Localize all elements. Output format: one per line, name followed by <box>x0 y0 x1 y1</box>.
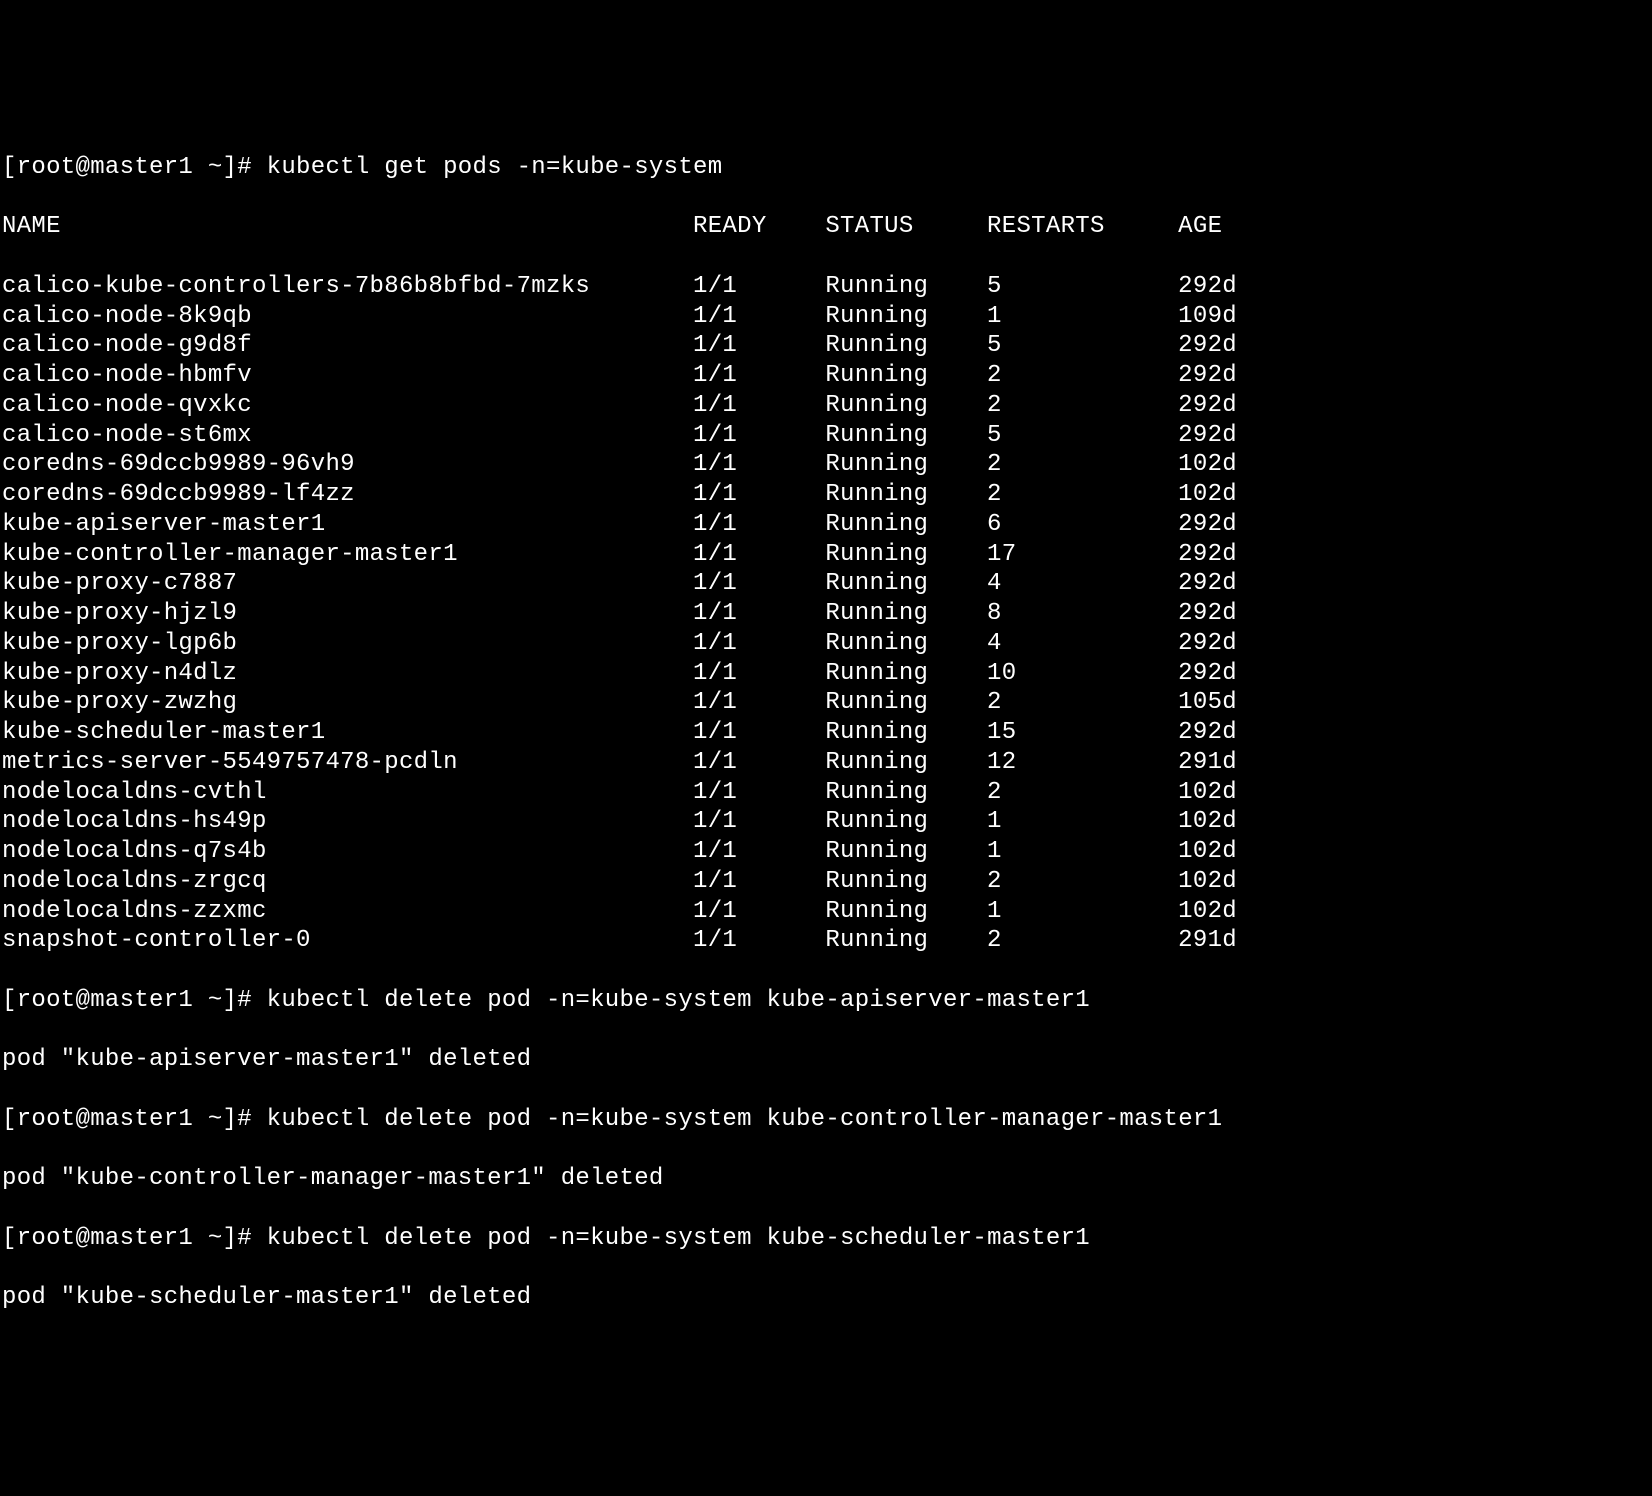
table-row: snapshot-controller-0 1/1 Running 2 291d <box>2 926 1650 956</box>
table-row: nodelocaldns-q7s4b 1/1 Running 1 102d <box>2 837 1650 867</box>
table-row: calico-node-st6mx 1/1 Running 5 292d <box>2 421 1650 451</box>
table-row: calico-node-g9d8f 1/1 Running 5 292d <box>2 331 1650 361</box>
command-text: kubectl delete pod -n=kube-system kube-a… <box>267 987 1090 1014</box>
table-row: metrics-server-5549757478-pcdln 1/1 Runn… <box>2 748 1650 778</box>
table-row: kube-proxy-n4dlz 1/1 Running 10 292d <box>2 659 1650 689</box>
shell-prompt: [root@master1 ~]# <box>2 154 267 181</box>
table-row: kube-proxy-zwzhg 1/1 Running 2 105d <box>2 688 1650 718</box>
table-row: nodelocaldns-hs49p 1/1 Running 1 102d <box>2 807 1650 837</box>
command-line-1: [root@master1 ~]# kubectl get pods -n=ku… <box>2 153 1650 183</box>
command-line-3: [root@master1 ~]# kubectl delete pod -n=… <box>2 1105 1650 1135</box>
table-row: calico-kube-controllers-7b86b8bfbd-7mzks… <box>2 272 1650 302</box>
command-text: kubectl delete pod -n=kube-system kube-s… <box>267 1225 1090 1252</box>
terminal-output[interactable]: [root@master1 ~]# kubectl get pods -n=ku… <box>2 123 1650 1343</box>
table-row: kube-proxy-hjzl9 1/1 Running 8 292d <box>2 599 1650 629</box>
table-row: calico-node-qvxkc 1/1 Running 2 292d <box>2 391 1650 421</box>
table-row: nodelocaldns-zrgcq 1/1 Running 2 102d <box>2 867 1650 897</box>
output-line: pod "kube-controller-manager-master1" de… <box>2 1164 1650 1194</box>
table-header: NAME READY STATUS RESTARTS AGE <box>2 212 1650 242</box>
table-row: nodelocaldns-cvthl 1/1 Running 2 102d <box>2 778 1650 808</box>
command-text: kubectl get pods -n=kube-system <box>267 154 723 181</box>
table-row: nodelocaldns-zzxmc 1/1 Running 1 102d <box>2 897 1650 927</box>
table-row: kube-controller-manager-master1 1/1 Runn… <box>2 540 1650 570</box>
table-row: kube-scheduler-master1 1/1 Running 15 29… <box>2 718 1650 748</box>
shell-prompt: [root@master1 ~]# <box>2 987 267 1014</box>
command-line-2: [root@master1 ~]# kubectl delete pod -n=… <box>2 986 1650 1016</box>
output-line: pod "kube-scheduler-master1" deleted <box>2 1283 1650 1313</box>
output-line: pod "kube-apiserver-master1" deleted <box>2 1045 1650 1075</box>
table-row: calico-node-hbmfv 1/1 Running 2 292d <box>2 361 1650 391</box>
table-row: kube-apiserver-master1 1/1 Running 6 292… <box>2 510 1650 540</box>
table-row: kube-proxy-lgp6b 1/1 Running 4 292d <box>2 629 1650 659</box>
command-line-4: [root@master1 ~]# kubectl delete pod -n=… <box>2 1224 1650 1254</box>
shell-prompt: [root@master1 ~]# <box>2 1106 267 1133</box>
table-row: coredns-69dccb9989-lf4zz 1/1 Running 2 1… <box>2 480 1650 510</box>
command-text: kubectl delete pod -n=kube-system kube-c… <box>267 1106 1223 1133</box>
shell-prompt: [root@master1 ~]# <box>2 1225 267 1252</box>
table-row: kube-proxy-c7887 1/1 Running 4 292d <box>2 569 1650 599</box>
table-row: coredns-69dccb9989-96vh9 1/1 Running 2 1… <box>2 450 1650 480</box>
table-row: calico-node-8k9qb 1/1 Running 1 109d <box>2 302 1650 332</box>
